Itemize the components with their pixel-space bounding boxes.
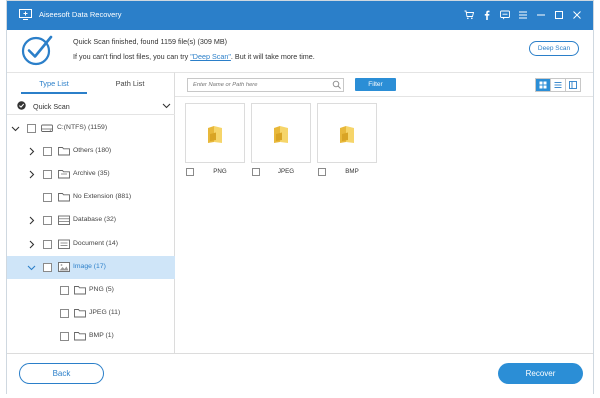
- chevron-right-icon[interactable]: [27, 170, 36, 179]
- recover-button[interactable]: Recover: [498, 363, 583, 384]
- document-icon: [58, 238, 70, 250]
- deep-scan-button[interactable]: Deep Scan: [529, 41, 579, 56]
- file-card[interactable]: [185, 103, 245, 163]
- chevron-right-icon[interactable]: [27, 147, 36, 156]
- scan-status-panel: Quick Scan finished, found 1159 file(s) …: [7, 30, 593, 72]
- tab-path-list[interactable]: Path List: [97, 73, 163, 93]
- sidebar-tabs: Type List Path List: [7, 73, 175, 94]
- tree-checkbox[interactable]: [60, 285, 69, 295]
- tree-item-label: Image (17): [73, 262, 106, 270]
- tree-checkbox[interactable]: [43, 147, 52, 157]
- tree-row[interactable]: C:(NTFS) (1159): [7, 117, 175, 140]
- tree-item-label: Others (180): [73, 147, 112, 155]
- tree-row[interactable]: Archive (35): [7, 163, 175, 186]
- main-toolbar: Filter: [175, 73, 593, 97]
- tree-checkbox[interactable]: [43, 170, 52, 180]
- search-input[interactable]: [187, 78, 344, 92]
- feedback-icon[interactable]: [499, 9, 511, 21]
- tree-checkbox[interactable]: [43, 216, 52, 226]
- tree-checkbox[interactable]: [60, 308, 69, 318]
- image-icon: [58, 261, 70, 273]
- tree-item-label: PNG (5): [89, 285, 114, 293]
- scan-mode-check-icon: [17, 101, 26, 110]
- folder-icon: [74, 307, 86, 319]
- file-checkbox[interactable]: [318, 168, 326, 176]
- chevron-right-icon[interactable]: [27, 240, 36, 249]
- tree-item-label: Archive (35): [73, 170, 110, 178]
- folder-icon: [207, 125, 223, 144]
- scan-hint-text: If you can't find lost files, you can tr…: [73, 52, 315, 61]
- file-label: JPEG: [277, 168, 295, 175]
- list-view-icon[interactable]: [551, 79, 566, 91]
- search-icon[interactable]: [332, 80, 342, 90]
- tree-item-label: C:(NTFS) (1159): [57, 124, 108, 131]
- menu-icon[interactable]: [517, 9, 529, 21]
- back-button[interactable]: Back: [19, 363, 104, 384]
- close-icon[interactable]: [571, 9, 583, 21]
- grid-view-icon[interactable]: [536, 79, 551, 91]
- tree-checkbox[interactable]: [43, 193, 52, 203]
- folder-icon: [74, 330, 86, 342]
- folder-icon: [339, 125, 355, 144]
- tree-row[interactable]: BMP (1): [7, 325, 175, 348]
- detail-view-icon[interactable]: [566, 79, 580, 91]
- view-mode-switcher: [535, 78, 581, 92]
- tree-row[interactable]: Others (180): [7, 140, 175, 163]
- scan-result-text: Quick Scan finished, found 1159 file(s) …: [73, 37, 228, 46]
- chevron-down-icon[interactable]: [27, 263, 36, 272]
- tree-item-label: Document (14): [73, 239, 118, 247]
- tree-row[interactable]: Document (14): [7, 233, 175, 256]
- tree-item-label: BMP (1): [89, 331, 114, 339]
- folder-icon: [74, 284, 86, 296]
- tree-row[interactable]: Image (17): [7, 255, 175, 279]
- cart-icon[interactable]: [463, 9, 475, 21]
- footer-bar: Back Recover: [7, 353, 593, 394]
- app-logo-icon: [19, 9, 32, 20]
- file-card[interactable]: [317, 103, 377, 163]
- tree-row[interactable]: No Extension (881): [7, 186, 175, 209]
- folder-icon: [58, 145, 70, 157]
- tree-item-label: JPEG (11): [89, 308, 121, 316]
- tree-checkbox[interactable]: [43, 262, 52, 272]
- main-panel: Filter PNG JPEG BMP: [175, 72, 593, 353]
- tree-item-label: Database (32): [73, 216, 117, 224]
- deep-scan-link[interactable]: "Deep Scan": [190, 52, 231, 61]
- tree-row[interactable]: PNG (5): [7, 279, 175, 302]
- file-checkbox[interactable]: [252, 168, 260, 176]
- chevron-down-icon[interactable]: [11, 124, 20, 133]
- chevron-right-icon[interactable]: [27, 216, 36, 225]
- tree-checkbox[interactable]: [43, 239, 52, 249]
- window-title: Aiseesoft Data Recovery: [39, 10, 122, 19]
- title-bar: Aiseesoft Data Recovery: [7, 1, 593, 30]
- tab-type-list[interactable]: Type List: [21, 73, 87, 93]
- minimize-icon[interactable]: [535, 9, 547, 21]
- facebook-icon[interactable]: [481, 9, 493, 21]
- file-card[interactable]: [251, 103, 311, 163]
- scan-mode-label: Quick Scan: [33, 102, 70, 111]
- tree-checkbox[interactable]: [27, 124, 36, 133]
- maximize-icon[interactable]: [553, 9, 565, 21]
- scan-mode-selector[interactable]: Quick Scan: [7, 97, 175, 115]
- chevron-down-icon[interactable]: [162, 101, 171, 110]
- tree-checkbox[interactable]: [60, 331, 69, 341]
- file-label: BMP: [345, 168, 359, 175]
- blank-file-icon: [58, 191, 70, 203]
- active-tab-indicator: [21, 92, 87, 94]
- tree-row[interactable]: Database (32): [7, 209, 175, 232]
- sidebar: Type List Path List Quick Scan C:(NTFS) …: [7, 72, 175, 357]
- database-icon: [58, 214, 70, 226]
- tree-item-label: No Extension (881): [73, 193, 132, 201]
- app-window: Aiseesoft Data Recovery Quick Scan finis…: [6, 0, 594, 394]
- scan-complete-check-icon: [21, 35, 53, 66]
- filter-button[interactable]: Filter: [355, 78, 396, 91]
- archive-icon: [58, 168, 70, 180]
- folder-icon: [273, 125, 289, 144]
- file-label: PNG: [213, 168, 227, 175]
- drive-icon: [41, 122, 53, 134]
- file-checkbox[interactable]: [186, 168, 194, 176]
- tree-row[interactable]: JPEG (11): [7, 302, 175, 325]
